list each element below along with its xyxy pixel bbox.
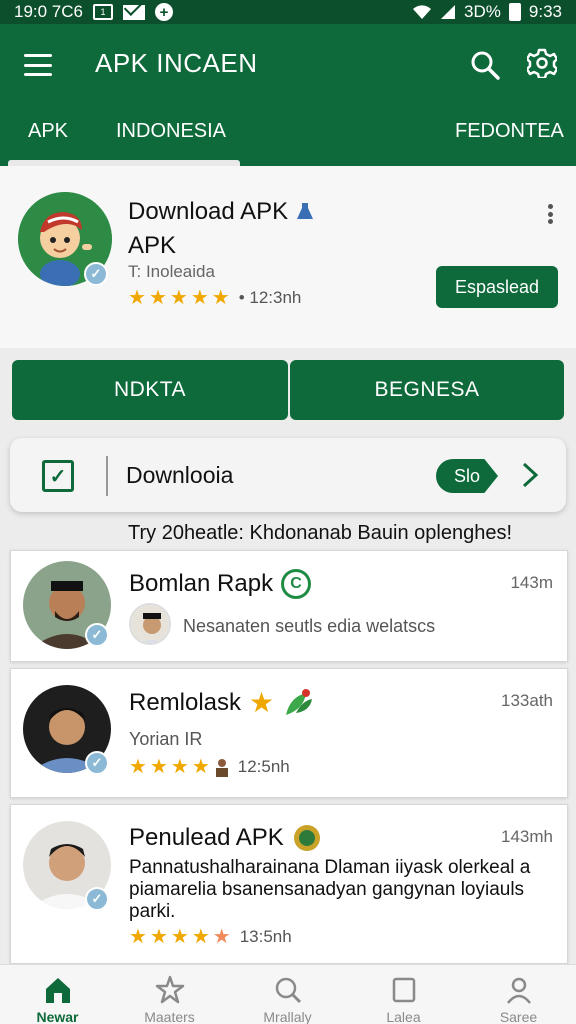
home-icon bbox=[45, 978, 70, 1003]
tab-fedontea[interactable]: FEDONTEA bbox=[455, 120, 564, 143]
refresh-badge-icon: C bbox=[281, 569, 312, 599]
star-icon: ★ bbox=[249, 687, 275, 718]
more-options-icon[interactable] bbox=[547, 204, 553, 224]
signal-icon bbox=[441, 5, 456, 19]
card-rating: ★ ★ ★ ★ 12:5nh bbox=[129, 756, 290, 778]
list-item[interactable]: ✓ Remlolask ★ 133ath Yorian IR ★ ★ ★ ★ 12:5… bbox=[10, 668, 568, 798]
status-left-text: 19:0 7C6 bbox=[14, 2, 83, 21]
square-icon bbox=[392, 977, 415, 1003]
card-text: Yorian IR bbox=[129, 729, 203, 749]
battery-percent: 3D% bbox=[464, 2, 501, 21]
chevron-right-icon[interactable] bbox=[520, 461, 540, 489]
tab-apk[interactable]: APK bbox=[28, 120, 68, 143]
emblem-icon bbox=[293, 825, 320, 851]
leaf-icon bbox=[286, 689, 313, 715]
person-icon bbox=[506, 977, 531, 1004]
status-time: 9:33 bbox=[528, 2, 562, 21]
divider bbox=[106, 456, 108, 496]
download-bar[interactable]: ✓ Downlooia Slo bbox=[10, 438, 566, 512]
card-title: Penulead APK bbox=[129, 823, 322, 853]
action-right-button[interactable]: BEGNESA bbox=[290, 360, 564, 420]
card-text: Nesanaten seutls edia welatscs bbox=[183, 616, 436, 636]
flask-icon bbox=[296, 203, 313, 219]
person-icon bbox=[215, 759, 228, 777]
verified-badge-icon: ✓ bbox=[85, 887, 109, 911]
nav-item-home[interactable]: Newar bbox=[0, 965, 115, 1024]
install-button[interactable]: Espaslead bbox=[436, 266, 558, 308]
plus-circle-icon: + bbox=[155, 3, 173, 21]
wifi-icon bbox=[413, 5, 432, 19]
tab-indonesia[interactable]: INDONESIA bbox=[116, 120, 226, 143]
nav-item-saree[interactable]: Saree bbox=[461, 965, 576, 1024]
checkbox-icon[interactable]: ✓ bbox=[42, 460, 74, 492]
battery-icon bbox=[508, 3, 521, 21]
gear-icon[interactable] bbox=[527, 48, 557, 78]
card-text: Pannatushalharainana Dlaman iiyask olerk… bbox=[129, 857, 531, 922]
list-item[interactable]: ✓ Bomlan Rapk C 143m Nesanaten seutls ed… bbox=[10, 550, 568, 662]
download-label: Downlooia bbox=[126, 462, 234, 488]
action-left-button[interactable]: NDKTA bbox=[12, 360, 288, 420]
nav-item-maaters[interactable]: Maaters bbox=[112, 965, 227, 1024]
featured-app[interactable]: ✓ Download APK APK T: Inoleaida ★ ★ ★ ★ ★ • … bbox=[0, 166, 576, 348]
download-pill[interactable]: Slo bbox=[436, 459, 498, 493]
verified-badge-icon: ✓ bbox=[85, 751, 109, 775]
tab-bar: APK INDONESIA FEDONTEA bbox=[0, 112, 576, 166]
promo-text: Try 20heatle: Khdonanab Bauin oplenghes! bbox=[128, 522, 512, 544]
card-time: 133ath bbox=[501, 691, 553, 710]
nav-item-mrallaly[interactable]: Mrallaly bbox=[230, 965, 345, 1024]
app-bar: APK INCAEN APK INDONESIA FEDONTEA bbox=[0, 24, 576, 166]
card-time: 143mh bbox=[501, 827, 553, 846]
search-icon[interactable] bbox=[470, 50, 500, 80]
featured-title: Download APK bbox=[128, 198, 315, 226]
featured-subtitle: APK bbox=[128, 232, 177, 259]
calendar-icon: 1 bbox=[93, 4, 113, 20]
card-title: Remlolask ★ bbox=[129, 687, 314, 719]
status-bar: 19:0 7C6 1 + 3D% 9:33 bbox=[0, 0, 576, 24]
star-burst-icon bbox=[155, 975, 184, 1004]
card-time: 143m bbox=[510, 573, 553, 592]
verified-badge-icon: ✓ bbox=[84, 262, 108, 286]
card-rating: ★ ★ ★ ★ ★ 13:5nh bbox=[129, 926, 292, 948]
card-title: Bomlan Rapk C bbox=[129, 569, 312, 599]
verified-badge-icon: ✓ bbox=[85, 623, 109, 647]
nav-item-lalea[interactable]: Lalea bbox=[346, 965, 461, 1024]
mini-avatar bbox=[129, 603, 171, 645]
search-icon bbox=[275, 977, 301, 1004]
featured-rating: ★ ★ ★ ★ ★ • 12:3nh bbox=[128, 287, 302, 309]
list-item[interactable]: ✓ Penulead APK 143mh Pannatushalharainan… bbox=[10, 804, 568, 964]
bottom-nav: Newar Maaters Mrallaly Lalea Saree bbox=[0, 964, 576, 1024]
mail-icon bbox=[123, 4, 145, 20]
menu-icon[interactable] bbox=[24, 54, 52, 76]
featured-developer: T: Inoleaida bbox=[128, 262, 215, 281]
app-title: APK INCAEN bbox=[95, 48, 258, 78]
